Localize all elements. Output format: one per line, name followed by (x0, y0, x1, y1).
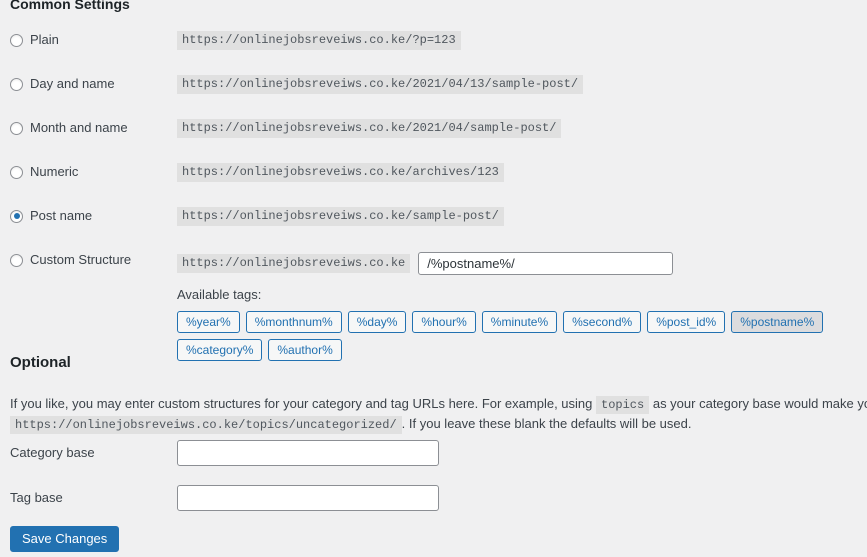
tag-button-category[interactable]: %category% (177, 339, 263, 361)
optional-code-topics: topics (596, 396, 650, 414)
tag-button-post-id[interactable]: %post_id% (647, 311, 726, 333)
permalink-option-row-plain: Plain https://onlinejobsreveiws.co.ke/?p… (10, 30, 867, 74)
permalink-settings-page: Common Settings Plain https://onlinejobs… (0, 0, 867, 557)
example-line: https://onlinejobsreveiws.co.ke/?p=123 (177, 30, 867, 50)
radio-label-post-name[interactable]: Post name (30, 208, 92, 224)
permalink-option-label-cell: Month and name (10, 118, 177, 162)
permalink-option-row-post-name: Post name https://onlinejobsreveiws.co.k… (10, 206, 867, 250)
optional-heading: Optional (10, 354, 71, 371)
radio-option-day-and-name[interactable]: Day and name (10, 74, 177, 94)
radio-input-post-name[interactable] (10, 209, 23, 223)
tag-button-monthnum[interactable]: %monthnum% (245, 311, 342, 333)
tag-base-row: Tag base (10, 475, 439, 520)
radio-label-plain[interactable]: Plain (30, 32, 59, 48)
tag-base-label: Tag base (10, 490, 63, 505)
radio-input-custom-structure[interactable] (10, 253, 23, 267)
category-base-input[interactable] (177, 439, 439, 466)
permalink-option-example-cell: https://onlinejobsreveiws.co.ke/archives… (177, 162, 867, 206)
submit-area: Save Changes (10, 526, 120, 552)
custom-structure-input[interactable] (418, 252, 674, 275)
category-base-input-cell (177, 430, 439, 475)
permalink-option-label-cell: Plain (10, 30, 177, 74)
radio-option-custom-structure[interactable]: Custom Structure (10, 250, 177, 270)
tag-button-hour[interactable]: %hour% (412, 311, 476, 333)
tag-button-day[interactable]: %day% (347, 311, 407, 333)
permalink-option-example-cell: https://onlinejobsreveiws.co.ke/2021/04/… (177, 118, 867, 162)
category-base-row: Category base (10, 430, 439, 475)
tag-button-year[interactable]: %year% (177, 311, 240, 333)
optional-description-part3: . If you leave these blank the defaults … (401, 416, 692, 432)
radio-input-plain[interactable] (10, 33, 23, 47)
tag-base-input[interactable] (177, 484, 439, 511)
optional-fields-table: Category base Tag base (10, 430, 439, 520)
permalink-option-row-month-and-name: Month and name https://onlinejobsreveiws… (10, 118, 867, 162)
optional-description: If you like, you may enter custom struct… (10, 394, 867, 435)
tag-button-second[interactable]: %second% (563, 311, 642, 333)
radio-input-numeric[interactable] (10, 165, 23, 179)
example-line: https://onlinejobsreveiws.co.ke/archives… (177, 162, 867, 182)
tag-button-minute[interactable]: %minute% (481, 311, 558, 333)
radio-label-month-and-name[interactable]: Month and name (30, 120, 128, 136)
radio-option-post-name[interactable]: Post name (10, 206, 177, 226)
common-settings-table: Plain https://onlinejobsreveiws.co.ke/?p… (10, 30, 867, 361)
example-line: https://onlinejobsreveiws.co.ke/2021/04/… (177, 118, 867, 138)
optional-description-part1: If you like, you may enter custom struct… (10, 396, 593, 411)
permalink-option-example-cell: https://onlinejobsreveiws.co.ke/?p=123 (177, 30, 867, 74)
radio-option-plain[interactable]: Plain (10, 30, 177, 50)
example-line: https://onlinejobsreveiws.co.ke/sample-p… (177, 206, 867, 226)
radio-option-month-and-name[interactable]: Month and name (10, 118, 177, 138)
common-settings-heading: Common Settings (10, 0, 130, 12)
custom-structure-prefix: https://onlinejobsreveiws.co.ke (177, 254, 411, 273)
available-tags-list: %year% %monthnum% %day% %hour% %minute% … (177, 311, 867, 361)
radio-label-numeric[interactable]: Numeric (30, 164, 78, 180)
category-base-label: Category base (10, 445, 95, 460)
tag-button-author[interactable]: %author% (268, 339, 342, 361)
permalink-option-row-day-and-name: Day and name https://onlinejobsreveiws.c… (10, 74, 867, 118)
example-url-post-name: https://onlinejobsreveiws.co.ke/sample-p… (177, 206, 504, 226)
permalink-option-label-cell: Numeric (10, 162, 177, 206)
permalink-option-label-cell: Day and name (10, 74, 177, 118)
permalink-option-row-numeric: Numeric https://onlinejobsreveiws.co.ke/… (10, 162, 867, 206)
example-line: https://onlinejobsreveiws.co.ke/2021/04/… (177, 74, 867, 94)
radio-option-numeric[interactable]: Numeric (10, 162, 177, 182)
permalink-option-example-cell: https://onlinejobsreveiws.co.ke/sample-p… (177, 206, 867, 250)
permalink-option-row-custom-structure: Custom Structure https://onlinejobsrevei… (10, 250, 867, 361)
available-tags-label: Available tags: (177, 287, 262, 302)
custom-structure-line: https://onlinejobsreveiws.co.ke (177, 250, 867, 277)
optional-description-part2: as your category base would make your ca… (652, 396, 867, 411)
permalink-option-label-cell: Custom Structure (10, 250, 177, 361)
example-url-plain: https://onlinejobsreveiws.co.ke/?p=123 (177, 30, 461, 50)
save-changes-button[interactable]: Save Changes (10, 526, 120, 552)
custom-structure-cell: https://onlinejobsreveiws.co.ke Availabl… (177, 250, 867, 361)
permalink-option-label-cell: Post name (10, 206, 177, 250)
example-url-month-and-name: https://onlinejobsreveiws.co.ke/2021/04/… (177, 118, 562, 138)
radio-label-custom-structure[interactable]: Custom Structure (30, 252, 131, 268)
example-url-numeric: https://onlinejobsreveiws.co.ke/archives… (177, 162, 504, 182)
example-url-day-and-name: https://onlinejobsreveiws.co.ke/2021/04/… (177, 74, 584, 94)
common-settings-rows: Plain https://onlinejobsreveiws.co.ke/?p… (10, 30, 867, 361)
optional-fields-rows: Category base Tag base (10, 430, 439, 520)
permalink-option-example-cell: https://onlinejobsreveiws.co.ke/2021/04/… (177, 74, 867, 118)
radio-input-day-and-name[interactable] (10, 77, 23, 91)
tag-base-input-cell (177, 475, 439, 520)
radio-input-month-and-name[interactable] (10, 121, 23, 135)
tag-button-postname: %postname% (731, 311, 824, 333)
radio-label-day-and-name[interactable]: Day and name (30, 76, 115, 92)
